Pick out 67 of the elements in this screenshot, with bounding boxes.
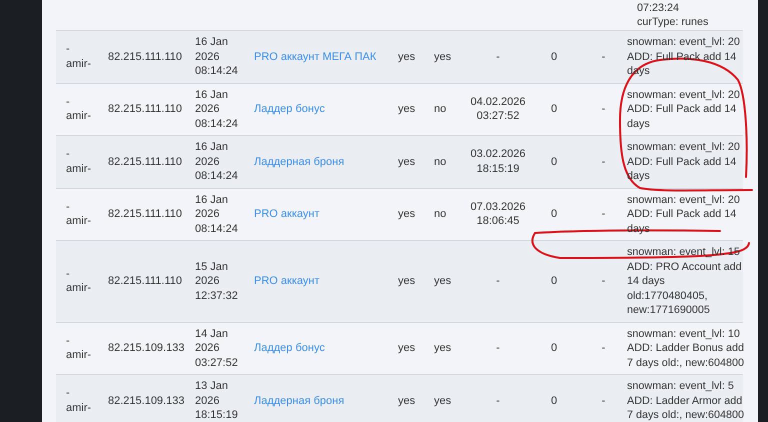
table-cell-text: 82.215.111.110 <box>108 102 184 116</box>
table-cell-text: 0 <box>550 154 558 169</box>
table-cell-text: 82.215.111.110 <box>108 274 184 288</box>
table-cell: snowman: event_lvl: 5 ADD: Ladder Armor add 7 days old:, new:604800 <box>627 379 743 422</box>
table-cell-text: yes <box>434 50 452 64</box>
table-cell-text: yes <box>398 394 416 408</box>
table-cell-text: yes <box>398 102 416 116</box>
table-cell-text: - <box>495 394 501 408</box>
table-cell-text: - amir- <box>65 94 92 124</box>
table-cell-text: 15 Jan 2026 12:37:32 <box>195 260 239 303</box>
table-cell-text: 16 Jan 2026 08:14:24 <box>195 140 239 184</box>
table-cell-text: - <box>600 207 606 222</box>
table-cell-text: 82.215.111.110 <box>108 154 184 169</box>
table-cell-text: yes <box>434 394 452 408</box>
table-cell-text: 16 Jan 2026 08:14:24 <box>195 88 239 131</box>
table-cell-text: - amir- <box>65 334 92 363</box>
table-cell-text: 07.03.2026 18:06:45 <box>469 200 527 229</box>
table-cell-text: 0 <box>550 102 558 116</box>
table-cell-text: - amir- <box>65 42 92 72</box>
table-cell-text: - <box>600 341 606 356</box>
table-cell-text: - <box>600 274 606 288</box>
item-link[interactable]: PRO аккаунт <box>254 275 320 287</box>
item-link[interactable]: Ладдер бонус <box>254 342 325 354</box>
table-cell-text: 16 Jan 2026 08:14:24 <box>195 35 239 78</box>
table-cell-text: no <box>434 207 448 222</box>
table-cell-text: - <box>600 394 606 408</box>
table-cell-text: snowman: event_lvl: 20 ADD: Full Pack add 14 days <box>627 88 741 131</box>
table-cell-text: - amir- <box>65 147 92 176</box>
table-cell-text: 13 Jan 2026 18:15:19 <box>195 379 239 422</box>
table-cell-text: 0 <box>550 394 558 408</box>
table-cell-text: 07:23:24 curType: runes <box>636 0 710 30</box>
table-cell-text: 14 Jan 2026 03:27:52 <box>195 326 239 370</box>
item-link[interactable]: Ладдерная броня <box>254 394 344 406</box>
table-cell-text: 82.215.111.110 <box>108 50 184 64</box>
table-cell-text: - <box>495 274 501 288</box>
table-cell-text: - <box>495 50 501 64</box>
table-cell-text: - <box>600 154 606 169</box>
table-cell-text: yes <box>434 274 452 288</box>
table-cell-text: - <box>495 341 501 356</box>
table-cell: snowman: event_lvl: 10 ADD: Ladder Bonus add 7 days old:, new:604800 <box>627 326 743 370</box>
table-cell-text: - <box>600 50 606 64</box>
table-cell-text: yes <box>398 154 416 169</box>
item-link[interactable]: Ладдерная броня <box>254 156 344 168</box>
item-link[interactable]: PRO аккаунт МЕГА ПАК <box>254 50 376 62</box>
table-cell-text: 0 <box>550 207 558 222</box>
table-cell-text: 03.02.2026 18:15:19 <box>469 147 527 176</box>
table-cell-text: yes <box>398 341 416 356</box>
table-cell-text: yes <box>398 50 416 64</box>
table-cell-text: - amir- <box>65 266 92 296</box>
item-link[interactable]: PRO аккаунт <box>254 208 320 220</box>
table-cell-text: 82.215.109.133 <box>108 394 186 408</box>
table-cell-text: 82.215.109.133 <box>108 341 186 356</box>
item-link[interactable]: Ладдер бонус <box>254 103 325 115</box>
table-cell-text: - amir- <box>65 200 92 229</box>
table-cell-text: 0 <box>550 274 558 288</box>
table-cell-text: 04.02.2026 03:27:52 <box>469 94 527 124</box>
table-cell-text: - <box>600 102 606 116</box>
table-cell-text: 0 <box>550 50 558 64</box>
table-cell-text: - amir- <box>65 386 92 416</box>
table-cell-text: no <box>434 154 448 169</box>
table-cell-text: yes <box>398 274 416 288</box>
table-cell-text: yes <box>434 341 452 356</box>
table-cell-text: 0 <box>550 341 558 356</box>
table-cell-text: 16 Jan 2026 08:14:24 <box>195 192 239 236</box>
table-cell-text: yes <box>398 207 416 222</box>
table-cell-text: 82.215.111.110 <box>108 207 184 222</box>
table-cell-text: no <box>434 102 448 116</box>
